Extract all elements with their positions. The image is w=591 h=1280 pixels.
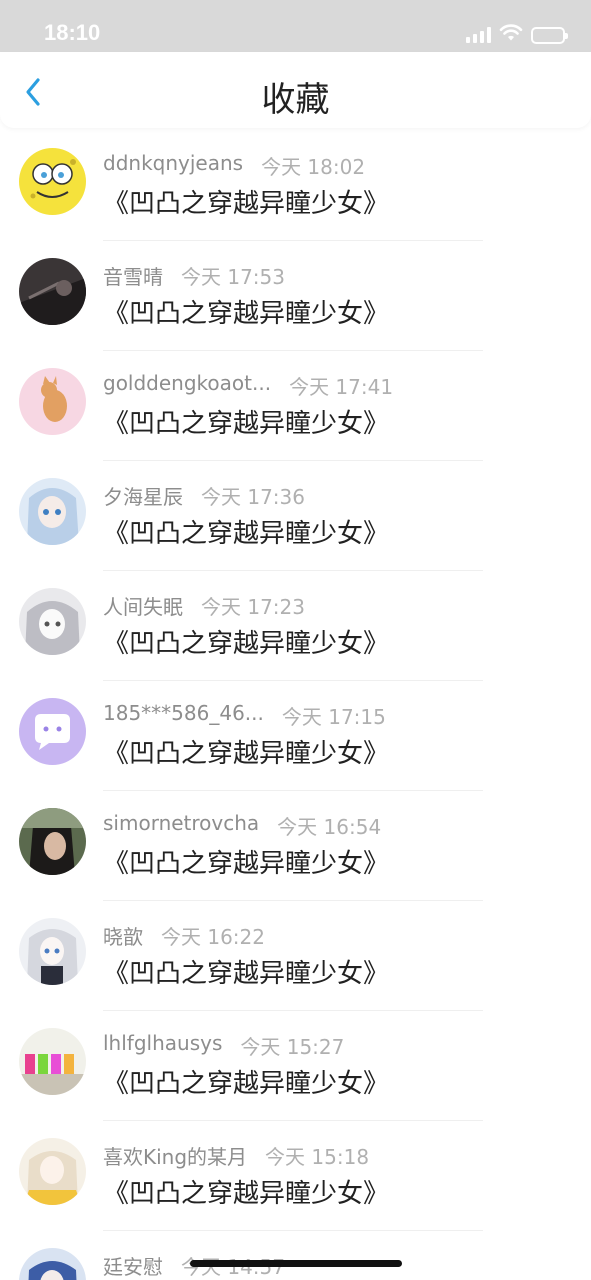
list-item[interactable]: 夕海星辰 今天 17:36 《凹凸之穿越异瞳少女》 [0, 461, 591, 571]
avatar[interactable] [19, 148, 86, 215]
user-name[interactable]: 人间失眠 [103, 591, 183, 620]
user-name[interactable]: 喜欢King的某月 [103, 1141, 247, 1170]
timestamp: 今天 15:18 [265, 1145, 370, 1169]
timestamp: 今天 18:02 [261, 155, 366, 179]
avatar[interactable] [19, 368, 86, 435]
user-name[interactable]: 185***586_46... [103, 701, 264, 730]
timestamp: 今天 17:23 [201, 595, 305, 619]
avatar[interactable] [19, 258, 86, 325]
item-meta: simornetrovcha 今天 16:54 [103, 811, 381, 840]
list-item[interactable]: 音雪晴 今天 17:53 《凹凸之穿越异瞳少女》 [0, 241, 591, 351]
item-title: 《凹凸之穿越异瞳少女》 [103, 849, 390, 879]
list-item[interactable]: simornetrovcha 今天 16:54 《凹凸之穿越异瞳少女》 [0, 791, 591, 901]
item-meta: 晓歆 今天 16:22 [103, 921, 265, 950]
page-title: 收藏 [261, 80, 330, 120]
list-item[interactable]: ddnkqnyjeans 今天 18:02 《凹凸之穿越异瞳少女》 [0, 131, 591, 241]
user-name[interactable]: lhlfglhausys [103, 1031, 222, 1060]
timestamp: 今天 16:54 [277, 815, 382, 839]
item-title: 《凹凸之穿越异瞳少女》 [103, 739, 390, 769]
timestamp: 今天 17:36 [201, 485, 305, 509]
timestamp: 今天 17:15 [281, 705, 386, 729]
nav-bar: 收藏 [0, 52, 591, 128]
avatar[interactable] [19, 588, 86, 655]
item-title: 《凹凸之穿越异瞳少女》 [103, 1069, 390, 1099]
avatar[interactable] [19, 698, 86, 765]
user-name[interactable]: simornetrovcha [103, 811, 259, 840]
user-name[interactable]: 廷安慰 [103, 1251, 163, 1280]
avatar[interactable] [19, 1138, 86, 1205]
item-title: 《凹凸之穿越异瞳少女》 [103, 519, 390, 549]
user-name[interactable]: 晓歆 [103, 921, 143, 950]
avatar[interactable] [19, 478, 86, 545]
list-item[interactable]: lhlfglhausys 今天 15:27 《凹凸之穿越异瞳少女》 [0, 1011, 591, 1121]
list-item[interactable]: 人间失眠 今天 17:23 《凹凸之穿越异瞳少女》 [0, 571, 591, 681]
avatar[interactable] [19, 1248, 86, 1280]
status-time: 18:10 [44, 20, 101, 45]
item-meta: ddnkqnyjeans 今天 18:02 [103, 151, 365, 180]
home-indicator[interactable] [190, 1260, 402, 1267]
avatar[interactable] [19, 918, 86, 985]
item-meta: 喜欢King的某月 今天 15:18 [103, 1141, 369, 1170]
item-title: 《凹凸之穿越异瞳少女》 [103, 959, 390, 989]
avatar[interactable] [19, 808, 86, 875]
timestamp: 今天 17:53 [181, 265, 285, 289]
signal-icon [466, 27, 491, 43]
item-meta: 185***586_46... 今天 17:15 [103, 701, 386, 730]
wifi-icon [499, 24, 523, 46]
item-title: 《凹凸之穿越异瞳少女》 [103, 189, 390, 219]
avatar[interactable] [19, 1028, 86, 1095]
list-item[interactable]: 晓歆 今天 16:22 《凹凸之穿越异瞳少女》 [0, 901, 591, 1011]
status-icons [466, 24, 568, 46]
list-item[interactable]: 185***586_46... 今天 17:15 《凹凸之穿越异瞳少女》 [0, 681, 591, 791]
battery-icon [531, 26, 568, 44]
item-title: 《凹凸之穿越异瞳少女》 [103, 409, 390, 439]
item-meta: lhlfglhausys 今天 15:27 [103, 1031, 344, 1060]
item-title: 《凹凸之穿越异瞳少女》 [103, 629, 390, 659]
item-meta: 音雪晴 今天 17:53 [103, 261, 285, 290]
list-item[interactable]: golddengkoaot... 今天 17:41 《凹凸之穿越异瞳少女》 [0, 351, 591, 461]
timestamp: 今天 16:22 [161, 925, 265, 949]
favorites-list: ddnkqnyjeans 今天 18:02 《凹凸之穿越异瞳少女》 音雪晴 今天 17:… [0, 131, 591, 1280]
user-name[interactable]: 音雪晴 [103, 261, 163, 290]
list-item[interactable]: 喜欢King的某月 今天 15:18 《凹凸之穿越异瞳少女》 [0, 1121, 591, 1231]
timestamp: 今天 17:41 [289, 375, 394, 399]
item-title: 《凹凸之穿越异瞳少女》 [103, 299, 390, 329]
list-item[interactable]: 廷安慰 今天 14:57 [0, 1231, 591, 1280]
user-name[interactable]: ddnkqnyjeans [103, 151, 243, 180]
item-meta: 人间失眠 今天 17:23 [103, 591, 305, 620]
item-meta: golddengkoaot... 今天 17:41 [103, 371, 393, 400]
user-name[interactable]: golddengkoaot... [103, 371, 271, 400]
status-bar: 18:10 [0, 0, 591, 52]
item-meta: 夕海星辰 今天 17:36 [103, 481, 305, 510]
timestamp: 今天 15:27 [240, 1035, 345, 1059]
item-title: 《凹凸之穿越异瞳少女》 [103, 1179, 390, 1209]
user-name[interactable]: 夕海星辰 [103, 481, 183, 510]
